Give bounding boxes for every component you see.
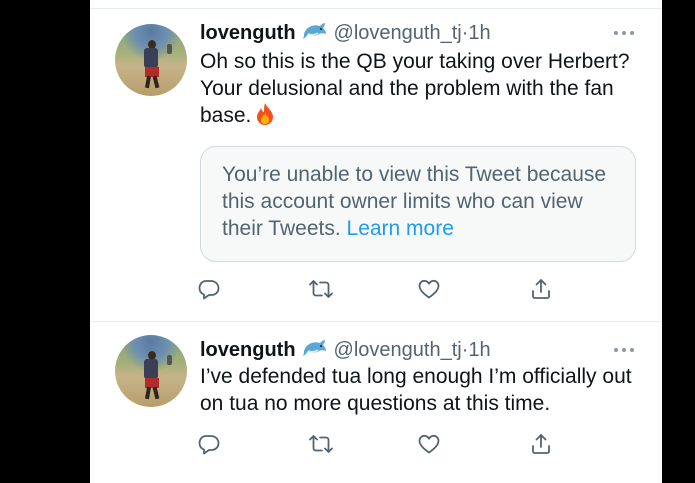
reply-icon[interactable] bbox=[195, 275, 223, 303]
tweet-text: I’ve defended tua long enough I’m offici… bbox=[200, 363, 640, 417]
more-dots-icon[interactable] bbox=[612, 26, 636, 36]
dolphin-emoji-icon bbox=[302, 339, 328, 366]
timestamp[interactable]: 1h bbox=[468, 339, 490, 361]
retweet-icon[interactable] bbox=[307, 430, 335, 458]
action-bar bbox=[195, 430, 655, 458]
reply-icon[interactable] bbox=[195, 430, 223, 458]
tweet-text: Oh so this is the QB your taking over He… bbox=[200, 48, 640, 133]
quoted-tweet-unavailable[interactable]: You’re unable to view this Tweet because… bbox=[200, 146, 636, 262]
share-icon[interactable] bbox=[527, 275, 555, 303]
tweet-header: lovenguth @lovenguth_tj·1h bbox=[200, 337, 491, 363]
action-bar bbox=[195, 275, 655, 303]
tweet-text-content: I’ve defended tua long enough I’m offici… bbox=[200, 365, 632, 415]
fire-emoji-icon bbox=[255, 102, 275, 133]
timeline-panel: lovenguth @lovenguth_tj·1h Oh so this is … bbox=[90, 0, 662, 483]
tweet[interactable]: lovenguth @lovenguth_tj·1h I’ve defended … bbox=[90, 322, 662, 483]
like-icon[interactable] bbox=[415, 430, 443, 458]
more-dots-icon[interactable] bbox=[612, 343, 636, 353]
like-icon[interactable] bbox=[415, 275, 443, 303]
avatar[interactable] bbox=[115, 335, 187, 407]
handle[interactable]: @lovenguth_tj bbox=[334, 22, 462, 44]
learn-more-link[interactable]: Learn more bbox=[347, 217, 454, 240]
avatar[interactable] bbox=[115, 24, 187, 96]
dolphin-emoji-icon bbox=[302, 22, 328, 49]
share-icon[interactable] bbox=[527, 430, 555, 458]
display-name[interactable]: lovenguth bbox=[200, 22, 296, 44]
handle[interactable]: @lovenguth_tj bbox=[334, 339, 462, 361]
tweet[interactable]: lovenguth @lovenguth_tj·1h Oh so this is … bbox=[90, 0, 662, 321]
timestamp[interactable]: 1h bbox=[468, 22, 490, 44]
retweet-icon[interactable] bbox=[307, 275, 335, 303]
display-name[interactable]: lovenguth bbox=[200, 339, 296, 361]
tweet-header: lovenguth @lovenguth_tj·1h bbox=[200, 20, 491, 46]
